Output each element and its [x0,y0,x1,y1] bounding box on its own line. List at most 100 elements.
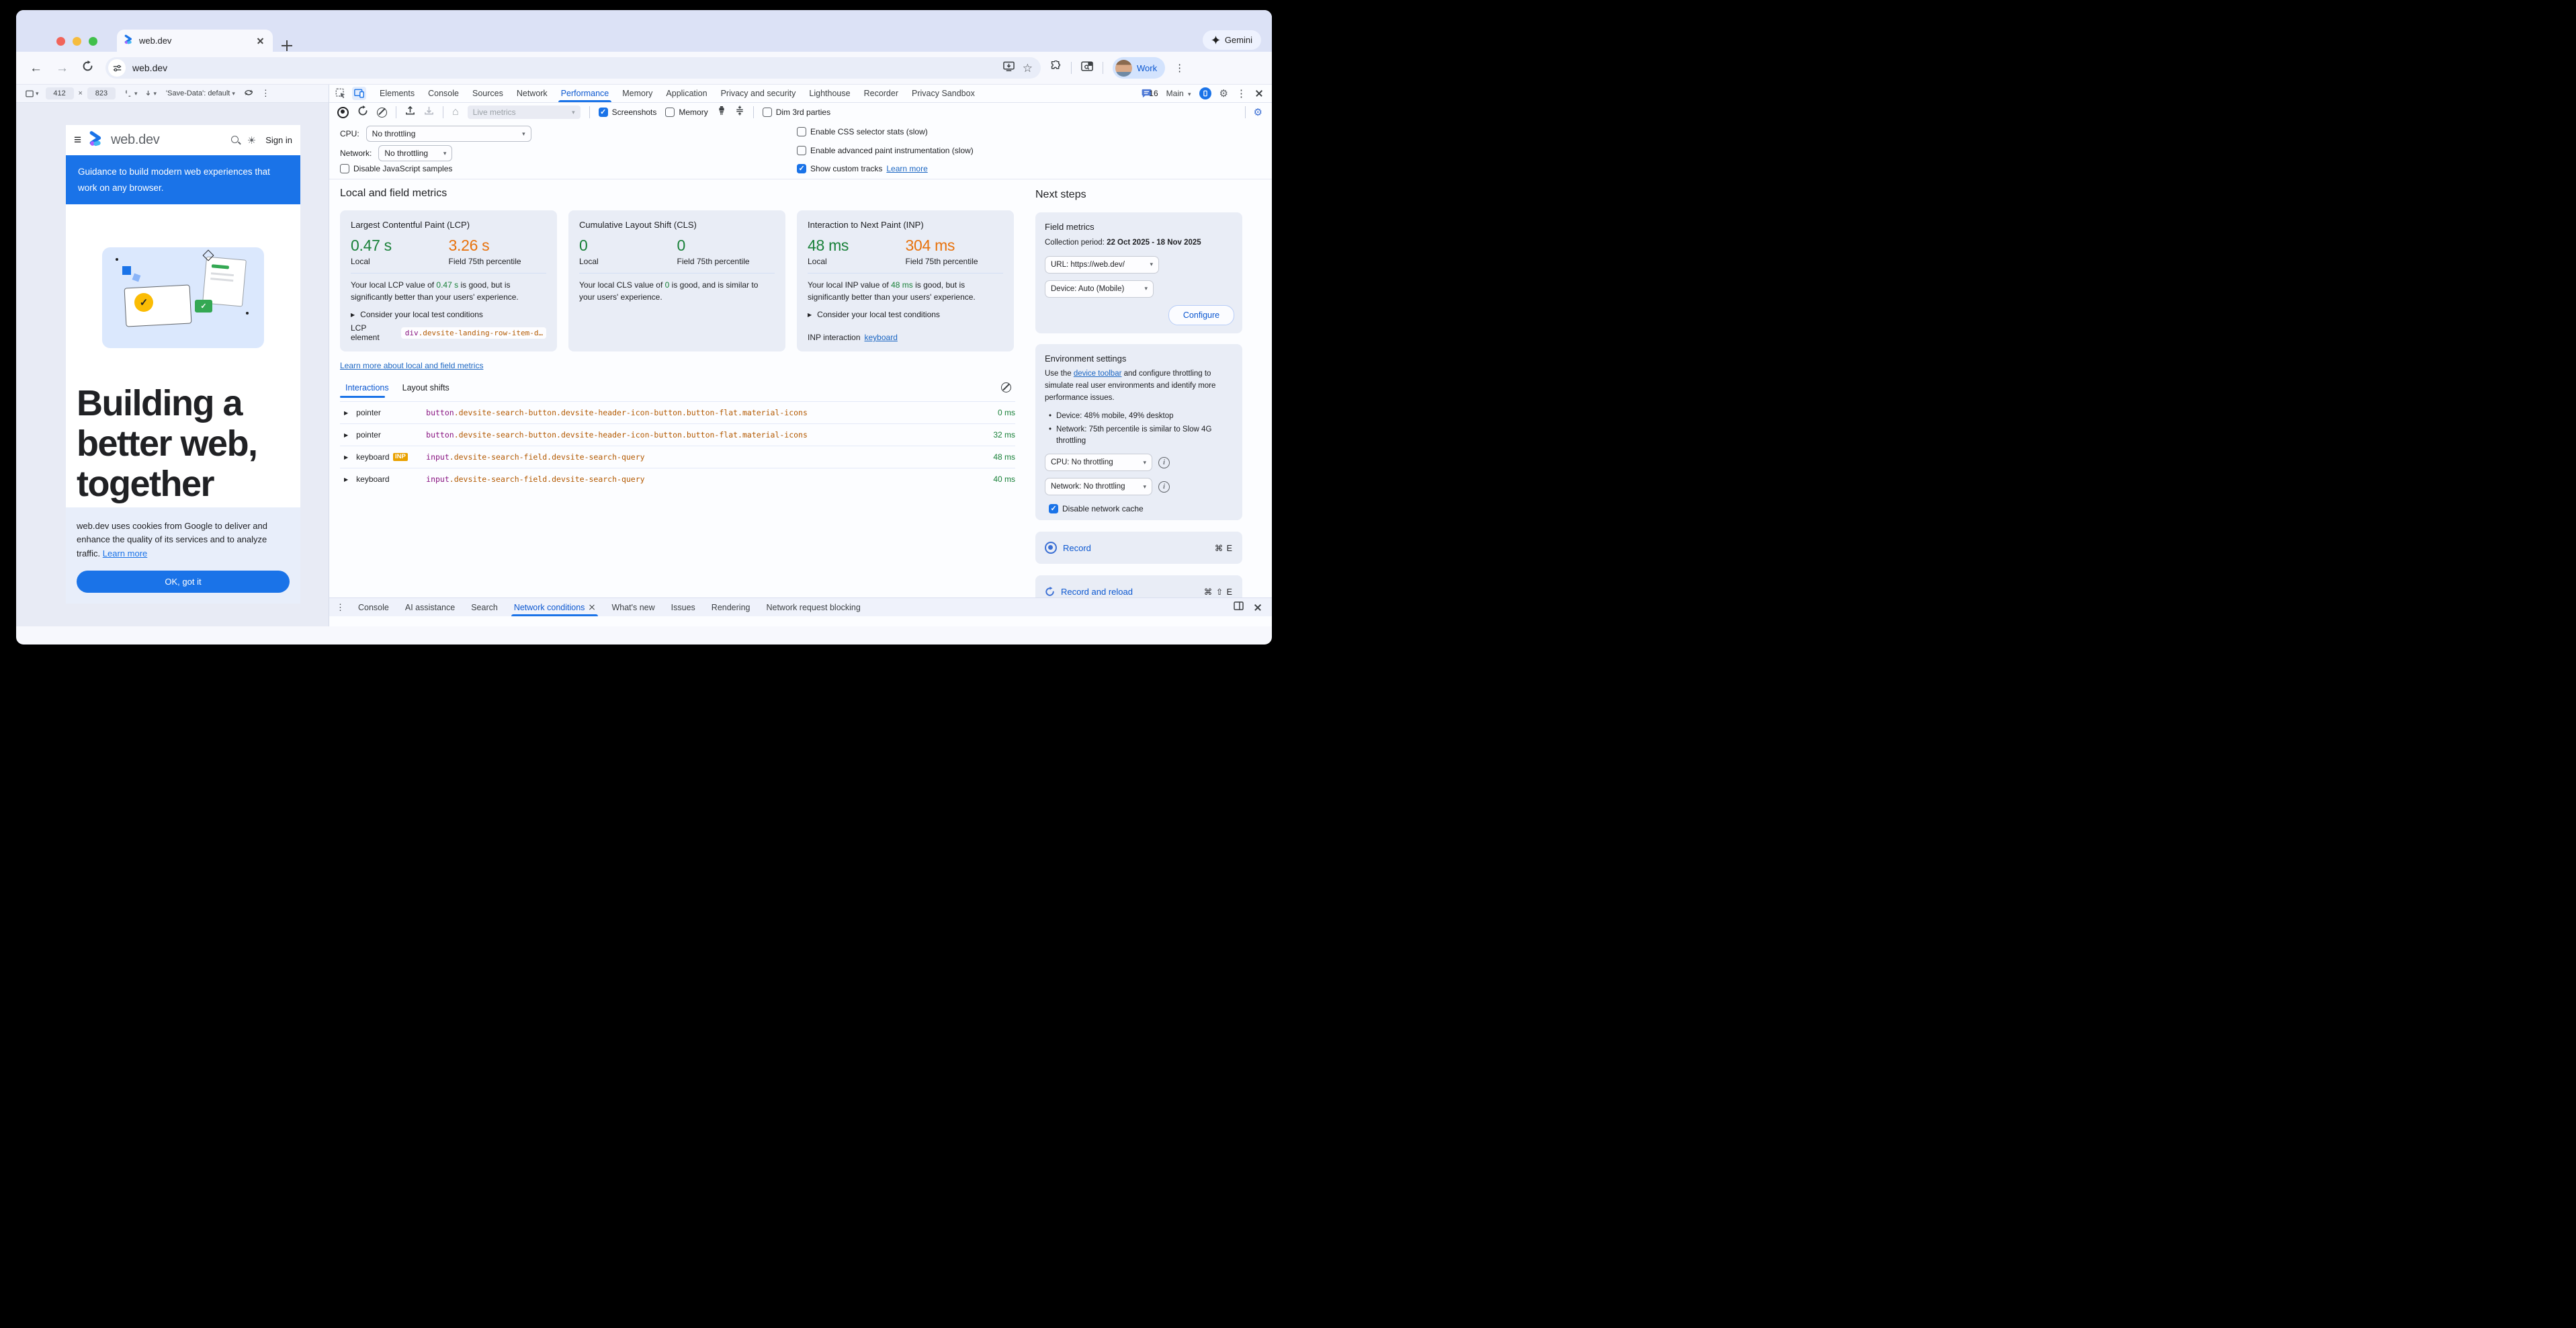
browser-menu-icon[interactable]: ⋮ [1174,62,1185,74]
reload-button[interactable] [82,60,93,75]
env-network-select[interactable]: Network: No throttling▾ [1045,478,1152,495]
devtools-tab-privacy-sandbox[interactable]: Privacy Sandbox [905,85,982,102]
devtools-menu-icon[interactable]: ⋮ [1236,87,1246,99]
garbage-collect-icon[interactable] [717,106,726,119]
site-settings-icon[interactable] [108,59,126,77]
theme-toggle-icon[interactable]: ☀ [247,134,256,147]
devtools-tab-elements[interactable]: Elements [373,85,421,102]
close-tab-icon[interactable] [255,36,266,46]
disable-network-cache-checkbox[interactable]: Disable network cache [1049,504,1233,513]
configure-button[interactable]: Configure [1168,305,1234,325]
inp-interaction-link[interactable]: keyboard [865,333,898,342]
capture-settings-gear-icon[interactable]: ⚙ [1254,108,1262,118]
cpu-info-icon[interactable]: i [1158,457,1170,468]
show-custom-tracks-checkbox[interactable]: Show custom tracks [797,164,882,173]
device-preset-dropdown[interactable]: ▾ [26,90,39,97]
drawer-tab-issues[interactable]: Issues [663,598,703,616]
maximize-window-button[interactable] [89,37,97,46]
clear-log-icon[interactable] [1001,382,1011,392]
minimize-window-button[interactable] [73,37,81,46]
cookie-ok-button[interactable]: OK, got it [77,571,290,593]
dim-3rd-parties-checkbox[interactable]: Dim 3rd parties [763,108,830,117]
expand-triangle-icon[interactable]: ▶ [344,454,348,460]
network-throttling-select[interactable]: No throttling▾ [378,145,452,161]
advanced-paint-checkbox[interactable]: Enable advanced paint instrumentation (s… [797,146,974,155]
screenshots-checkbox[interactable]: Screenshots [599,108,657,117]
devtools-tab-recorder[interactable]: Recorder [857,85,905,102]
log-row[interactable]: ▶keyboardinput.devsite-search-field.devs… [340,468,1015,490]
sign-in-link[interactable]: Sign in [265,135,292,145]
new-tab-button[interactable] [282,40,292,51]
record-and-reload-button[interactable]: Record and reload ⌘ ⇧ E [1035,575,1242,597]
close-drawer-tab-icon[interactable] [589,604,595,611]
expand-triangle-icon[interactable]: ▶ [344,432,348,438]
zoom-dropdown[interactable]: ▾ [125,90,138,97]
devtools-tab-privacy-and-security[interactable]: Privacy and security [714,85,803,102]
field-device-select[interactable]: Device: Auto (Mobile)▾ [1045,280,1154,298]
field-url-select[interactable]: URL: https://web.dev/▾ [1045,256,1159,274]
drawer-menu-icon[interactable]: ⋮ [336,602,345,613]
drawer-tab-rendering[interactable]: Rendering [703,598,759,616]
inspect-element-icon[interactable] [335,88,346,99]
back-button[interactable]: ← [30,62,42,75]
device-toolbar-link[interactable]: device toolbar [1074,370,1122,378]
collapse-sections-icon[interactable] [735,106,744,119]
log-row[interactable]: ▶keyboardINPinput.devsite-search-field.d… [340,446,1015,468]
record-button[interactable]: Record ⌘ E [1035,532,1242,564]
log-row[interactable]: ▶pointerbutton.devsite-search-button.dev… [340,401,1015,423]
forward-button[interactable]: → [56,62,69,75]
rotate-device-icon[interactable] [244,88,253,99]
drawer-tab-network-conditions[interactable]: Network conditions [506,598,604,616]
log-tab-layout-shifts[interactable]: Layout shifts [397,381,455,398]
consider-local-conditions-toggle[interactable]: ▶Consider your local test conditions [808,310,1003,319]
device-height-input[interactable]: 823 [87,87,116,99]
hamburger-menu-icon[interactable]: ≡ [74,133,81,148]
drawer-tab-search[interactable]: Search [463,598,506,616]
record-and-reload-icon[interactable] [357,106,368,120]
extensions-puzzle-icon[interactable] [1050,60,1062,75]
cookie-learn-more-link[interactable]: Learn more [103,548,147,558]
css-selector-stats-checkbox[interactable]: Enable CSS selector stats (slow) [797,127,928,136]
drawer-tab-console[interactable]: Console [350,598,397,616]
devtools-tab-network[interactable]: Network [510,85,554,102]
bookmark-star-icon[interactable]: ☆ [1023,63,1033,74]
cpu-throttling-select[interactable]: No throttling▾ [366,126,531,142]
consider-local-conditions-toggle[interactable]: ▶Consider your local test conditions [351,310,546,319]
network-info-icon[interactable]: i [1158,481,1170,493]
expand-triangle-icon[interactable]: ▶ [344,410,348,416]
console-messages-button[interactable]: 16 [1142,89,1158,98]
expand-triangle-icon[interactable]: ▶ [344,476,348,483]
drawer-tab-ai-assistance[interactable]: AI assistance [397,598,463,616]
device-toolbar-menu-icon[interactable]: ⋮ [261,88,270,99]
devtools-tab-application[interactable]: Application [659,85,714,102]
log-tab-interactions[interactable]: Interactions [340,381,394,398]
drawer-tab-what-s-new[interactable]: What's new [603,598,662,616]
site-brand[interactable]: web.dev [111,132,159,148]
drawer-tab-network-request-blocking[interactable]: Network request blocking [758,598,868,616]
upload-profile-icon[interactable] [405,106,415,119]
profile-button[interactable]: Work [1113,57,1165,79]
drawer-close-icon[interactable] [1253,603,1262,612]
gemini-button[interactable]: Gemini [1203,30,1261,50]
context-selector[interactable]: Main ▾ [1166,89,1191,98]
promo-banner[interactable]: Guidance to build modern web experiences… [66,155,300,204]
device-toolbar-toggle-icon[interactable] [352,87,366,100]
close-window-button[interactable] [56,37,65,46]
clear-icon[interactable] [377,108,387,118]
log-row[interactable]: ▶pointerbutton.devsite-search-button.dev… [340,423,1015,446]
devtools-tab-sources[interactable]: Sources [466,85,510,102]
browser-tab[interactable]: web.dev [117,30,273,52]
emulation-active-icon[interactable] [1199,87,1211,99]
device-width-input[interactable]: 412 [46,87,74,99]
custom-tracks-learn-more-link[interactable]: Learn more [886,164,927,173]
address-bar[interactable]: web.dev ☆ [105,57,1041,79]
throttling-dropdown[interactable]: ▾ [144,90,157,97]
lcp-element-chip[interactable]: div.devsite-landing-row-item-d… [401,327,546,339]
side-panel-search-icon[interactable] [1081,61,1093,75]
devtools-settings-icon[interactable]: ⚙ [1219,89,1228,99]
install-icon[interactable] [1003,61,1015,75]
home-icon[interactable]: ⌂ [452,107,459,118]
env-cpu-select[interactable]: CPU: No throttling▾ [1045,454,1152,471]
devtools-close-icon[interactable] [1254,89,1264,98]
devtools-tab-console[interactable]: Console [421,85,466,102]
